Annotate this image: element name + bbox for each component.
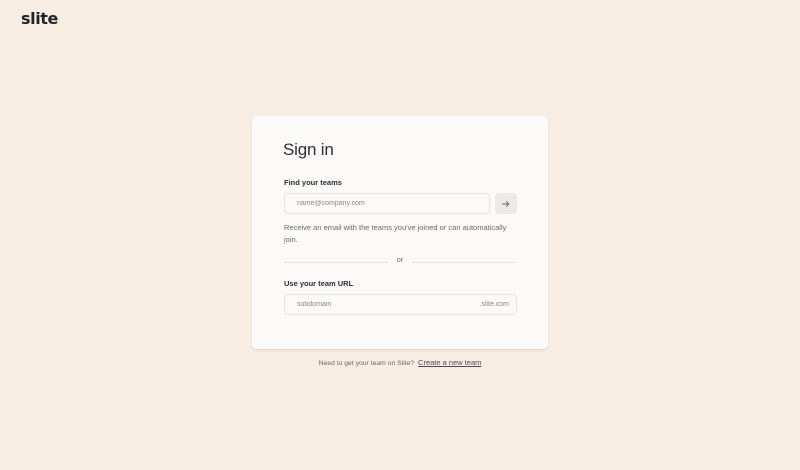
email-field-container[interactable]: [284, 193, 490, 214]
slite-logo[interactable]: slite: [21, 9, 58, 28]
divider-or-text: or: [396, 257, 404, 264]
domain-suffix: .slite.com: [479, 300, 509, 308]
arrow-right-icon: [502, 200, 510, 207]
page-title: Sign in: [283, 140, 334, 159]
team-url-label: Use your team URL: [284, 279, 354, 288]
footer-prompt: Need to get your team on Slite?: [318, 360, 415, 367]
create-team-link[interactable]: Create a new team: [418, 358, 481, 367]
find-teams-label: Find your teams: [284, 178, 342, 187]
find-teams-submit-button[interactable]: [495, 193, 517, 214]
subdomain-field[interactable]: [297, 295, 447, 314]
signin-page: slite Sign in Find your teams Receive an…: [0, 0, 800, 470]
email-field[interactable]: [297, 194, 447, 213]
footer: Need to get your team on Slite? Create a…: [0, 358, 800, 367]
signin-card: Sign in Find your teams Receive an email…: [252, 116, 548, 349]
subdomain-field-container[interactable]: .slite.com: [284, 294, 517, 315]
divider-line-left: [284, 262, 388, 263]
find-teams-helper-text: Receive an email with the teams you've j…: [284, 223, 507, 244]
divider-line-right: [412, 262, 517, 263]
